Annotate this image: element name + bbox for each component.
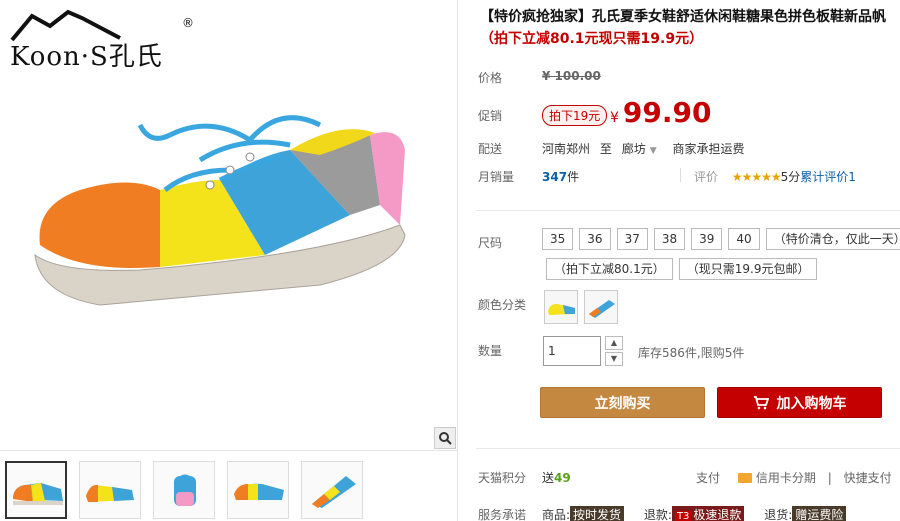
registered-mark: ® <box>182 16 194 30</box>
review-label: 评价 <box>694 170 719 184</box>
thumbnail-strip <box>0 450 458 521</box>
product-info-panel: 【特价疯抢独家】孔氏夏季女鞋舒适休闲鞋糖果色拼色板鞋新品帆 （拍下立减80.1元… <box>470 0 900 521</box>
color-options <box>544 290 618 324</box>
delivery-info: 河南郑州 至 廊坊 ▼ 商家承担运费 <box>542 140 744 157</box>
service-promise: 商品: 按时发货 退款: T3 极速退款 退货: 赠运费险 <box>542 506 862 521</box>
shoe-thumbnail-image <box>234 483 284 500</box>
brand-logo-text: Koon·S孔氏 <box>10 42 163 72</box>
shoe-swatch-image <box>548 304 575 315</box>
shoe-thumbnail-image <box>13 483 63 505</box>
product-subtitle: （拍下立减80.1元现只需19.9元） <box>480 31 704 47</box>
divider <box>476 448 900 449</box>
size-option-38[interactable]: 38 <box>653 228 686 250</box>
promo-price: ¥99.90 <box>610 96 712 129</box>
quantity-label: 数量 <box>478 344 503 358</box>
size-option-36[interactable]: 36 <box>579 228 611 250</box>
add-to-cart-button[interactable]: 加入购物车 <box>717 387 882 418</box>
size-option-clearance[interactable]: （特价清仓，仅此一天） <box>765 228 900 250</box>
color-option-1[interactable] <box>544 290 578 324</box>
size-option-39[interactable]: 39 <box>691 228 723 250</box>
buy-now-label: 立刻购买 <box>594 395 651 412</box>
quantity-stepper: ▲ ▼ <box>605 336 623 366</box>
add-to-cart-label: 加入购物车 <box>776 395 847 412</box>
thumbnail-2[interactable] <box>79 461 141 519</box>
shoe-thumbnail-image <box>174 474 196 506</box>
quantity-increase-button[interactable]: ▲ <box>605 336 623 350</box>
delivery-label: 配送 <box>478 142 503 156</box>
shoe-swatch-image <box>589 300 615 318</box>
monthly-sales-label: 月销量 <box>478 170 515 184</box>
sales-unit: 件 <box>567 170 580 184</box>
color-option-2[interactable] <box>584 290 618 324</box>
promo-tag: 拍下19元 <box>542 105 608 126</box>
promise-refund-text: 极速退款 <box>693 508 742 521</box>
promo-currency: ¥ <box>610 110 619 126</box>
promise-goods-label: 商品: <box>542 508 571 521</box>
promise-return-label: 退货: <box>764 508 793 521</box>
delivery-from: 河南郑州 <box>542 142 591 156</box>
promo-price-value: 99.90 <box>622 96 712 129</box>
size-option-40[interactable]: 40 <box>728 228 760 250</box>
thumbnail-4[interactable] <box>227 461 289 519</box>
thumbnail-3[interactable] <box>153 461 215 519</box>
thumbnail-1[interactable] <box>5 461 67 519</box>
size-option-37[interactable]: 37 <box>616 228 648 250</box>
review-score: 5分 <box>780 170 801 184</box>
thumbnail-5[interactable] <box>301 461 363 519</box>
buy-now-button[interactable]: 立刻购买 <box>540 387 705 418</box>
size-options: 35 36 37 38 39 40 （特价清仓，仅此一天） <box>542 228 900 250</box>
points-value: 49 <box>554 471 571 485</box>
monthly-sales: 347件 <box>542 168 579 185</box>
product-main-image[interactable] <box>20 95 440 335</box>
credit-card-icon <box>737 473 752 483</box>
chevron-down-icon: ▼ <box>649 146 657 156</box>
magnifier-icon <box>439 432 452 445</box>
refund-badge: T3 <box>674 511 692 521</box>
delivery-to-word: 至 <box>599 142 612 156</box>
payment-quick[interactable]: 快捷支付 <box>844 471 892 485</box>
cart-icon <box>753 395 769 409</box>
payment-card[interactable]: 信用卡分期 <box>756 471 816 485</box>
points-label: 天猫积分 <box>478 471 527 485</box>
service-promise-label: 服务承诺 <box>478 508 527 521</box>
color-label: 颜色分类 <box>478 298 527 312</box>
promise-goods-chip[interactable]: 按时发货 <box>570 506 625 521</box>
points-info: 送49 <box>542 469 571 486</box>
sales-count: 347 <box>542 170 568 184</box>
product-title: 【特价疯抢独家】孔氏夏季女鞋舒适休闲鞋糖果色拼色板鞋新品帆 <box>480 9 886 25</box>
promise-refund-label: 退款: <box>643 508 672 521</box>
payment-info: 支付 信用卡分期 | 快捷支付 <box>696 469 892 486</box>
review-count-link[interactable]: 累计评价1 <box>800 170 856 184</box>
brand-logo: Koon·S孔氏 ® <box>10 8 194 72</box>
size-options-row2: （拍下立减80.1元） （现只需19.9元包邮） <box>546 258 818 280</box>
quantity-decrease-button[interactable]: ▼ <box>605 352 623 366</box>
size-option-price[interactable]: （现只需19.9元包邮） <box>678 258 818 280</box>
payment-label: 支付 <box>696 471 721 485</box>
shoe-thumbnail-image <box>86 484 134 502</box>
delivery-destination: 廊坊 <box>621 142 646 156</box>
divider: | <box>827 471 832 485</box>
divider <box>680 168 681 182</box>
promo-label: 促销 <box>478 109 503 123</box>
size-label: 尺码 <box>478 236 503 250</box>
promise-return-chip[interactable]: 赠运费险 <box>792 506 847 521</box>
delivery-destination-select[interactable]: 廊坊 ▼ <box>622 142 657 156</box>
size-option-discount[interactable]: （拍下立减80.1元） <box>546 258 673 280</box>
points-send: 送 <box>542 471 555 485</box>
size-option-35[interactable]: 35 <box>542 228 574 250</box>
shoe-thumbnail-image <box>312 476 356 508</box>
stock-info: 库存586件,限购5件 <box>638 346 745 360</box>
quantity-input[interactable] <box>543 336 601 366</box>
shipping-note: 商家承担运费 <box>672 142 745 156</box>
divider <box>476 210 900 211</box>
original-price: ¥ 100.00 <box>542 69 601 83</box>
rating-stars-icon: ★★★★★ <box>731 170 782 184</box>
zoom-button[interactable] <box>434 427 456 449</box>
review-summary: 评价 ★★★★★5分累计评价1 <box>694 168 856 185</box>
promise-refund-chip[interactable]: T3 极速退款 <box>671 506 745 521</box>
price-label: 价格 <box>478 71 503 85</box>
product-gallery: Koon·S孔氏 ® <box>0 0 458 521</box>
